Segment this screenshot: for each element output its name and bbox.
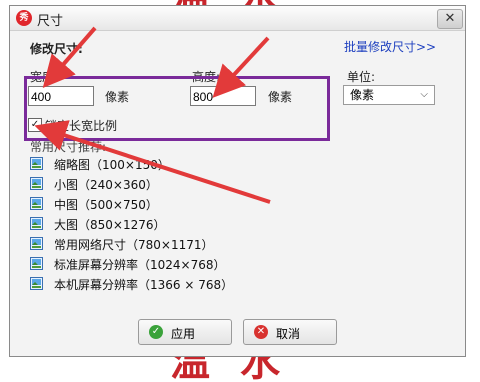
close-button[interactable]: ✕	[437, 9, 463, 29]
picture-icon	[30, 237, 43, 250]
cancel-button[interactable]: ✕ 取消	[243, 319, 337, 345]
list-item-label: 大图（850×1276）	[54, 218, 166, 232]
unit-select-value: 像素	[350, 88, 375, 102]
highlight-box	[24, 76, 330, 141]
apply-button-label: 应用	[171, 327, 196, 341]
list-item-label: 常用网络尺寸（780×1171）	[54, 238, 214, 252]
unit-label: 单位:	[347, 70, 376, 84]
cancel-icon: ✕	[254, 325, 268, 339]
common-sizes-label: 常用尺寸推荐:	[30, 140, 107, 154]
list-item-label: 中图（500×750）	[54, 198, 158, 212]
section-title: 修改尺寸:	[30, 42, 83, 56]
apply-button[interactable]: ✓ 应用	[138, 319, 232, 345]
picture-icon	[30, 257, 43, 270]
picture-icon	[30, 157, 43, 170]
app-logo-icon: 秀	[16, 10, 32, 26]
chevron-down-icon: ⌵	[420, 89, 428, 100]
list-item-label: 缩略图（100×150）	[54, 158, 170, 172]
window-title: 尺寸	[37, 14, 64, 29]
picture-icon	[30, 177, 43, 190]
picture-icon	[30, 277, 43, 290]
check-icon: ✓	[149, 325, 163, 339]
picture-icon	[30, 197, 43, 210]
picture-icon	[30, 217, 43, 230]
list-item-label: 本机屏幕分辨率（1366 × 768）	[54, 278, 234, 292]
list-item-label: 标准屏幕分辨率（1024×768）	[54, 258, 226, 272]
resize-dialog: 秀 尺寸 ✕ 修改尺寸: 批量修改尺寸>> 宽度: 400 像素 高度: 800…	[9, 5, 466, 357]
list-item-label: 小图（240×360）	[54, 178, 158, 192]
batch-resize-link[interactable]: 批量修改尺寸>>	[344, 38, 436, 55]
title-bar: 秀 尺寸 ✕	[10, 6, 465, 31]
cancel-button-label: 取消	[276, 327, 301, 341]
unit-select[interactable]: 像素 ⌵	[343, 85, 435, 105]
